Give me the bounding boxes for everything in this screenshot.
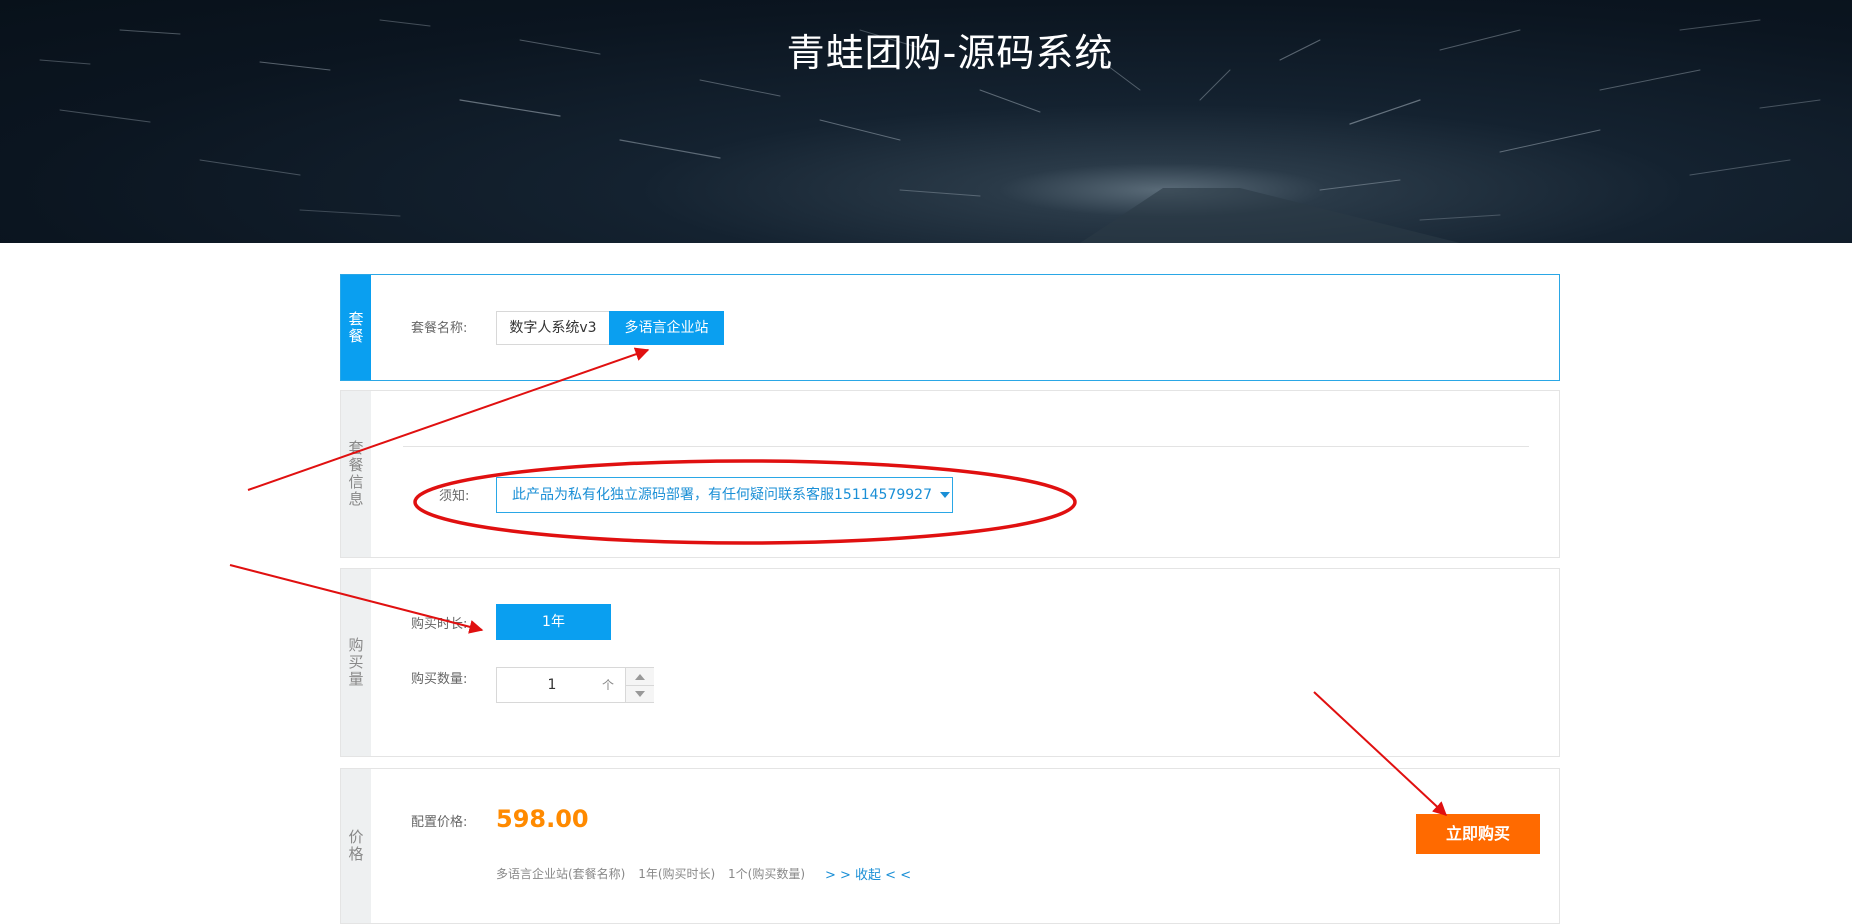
order-summary: 多语言企业站(套餐名称) 1年(购买时长) 1个(购买数量) [496, 865, 814, 882]
duration-label: 购买时长: [411, 617, 468, 632]
price-value: 598.00 [496, 805, 589, 833]
arrow-down-icon [635, 690, 645, 697]
duration-option-1-year[interactable]: 1年 [496, 604, 611, 640]
summary-package: 多语言企业站(套餐名称) [496, 867, 626, 881]
purchase-section: 购买量 购买时长: 1年 购买数量: 1 个 [340, 568, 1560, 757]
purchase-tab: 购买量 [341, 569, 371, 756]
package-option-digital-human[interactable]: 数字人系统v3 [496, 311, 610, 345]
caret-down-icon [939, 492, 950, 498]
notice-text: 此产品为私有化独立源码部署，有任何疑问联系客服15114579927 [512, 487, 932, 503]
notice-dropdown[interactable]: 此产品为私有化独立源码部署，有任何疑问联系客服15114579927 [496, 477, 953, 513]
decrement-button[interactable] [626, 685, 654, 702]
increment-button[interactable] [626, 668, 654, 686]
collapse-link[interactable]: > > 收起 < < [825, 864, 911, 883]
package-info-tab: 套餐信息 [341, 391, 371, 557]
package-info-section: 套餐信息 须知: 此产品为私有化独立源码部署，有任何疑问联系客服15114579… [340, 390, 1560, 558]
package-tab: 套餐 [341, 275, 371, 380]
quantity-step-buttons [625, 668, 654, 702]
package-name-label: 套餐名称: [411, 321, 468, 336]
page-title: 青蛙团购-源码系统 [786, 31, 1114, 75]
quantity-unit: 个 [602, 678, 615, 692]
notice-label: 须知: [439, 489, 470, 504]
quantity-stepper[interactable]: 1 个 [496, 667, 654, 703]
arrow-up-icon [635, 673, 645, 680]
price-label: 配置价格: [411, 815, 468, 830]
buy-now-button[interactable]: 立即购买 [1416, 814, 1540, 854]
package-section: 套餐 套餐名称: 数字人系统v3 多语言企业站 [340, 274, 1560, 381]
section-divider [403, 446, 1529, 447]
price-tab: 价格 [341, 769, 371, 923]
quantity-input[interactable]: 1 [497, 668, 607, 702]
summary-quantity: 1个(购买数量) [728, 867, 806, 881]
price-section: 价格 配置价格: 598.00 多语言企业站(套餐名称) 1年(购买时长) 1个… [340, 768, 1560, 924]
header-banner: 青蛙团购-源码系统 [0, 0, 1852, 243]
package-option-multilang-site[interactable]: 多语言企业站 [609, 311, 724, 345]
summary-duration: 1年(购买时长) [638, 867, 716, 881]
quantity-label: 购买数量: [411, 672, 468, 687]
